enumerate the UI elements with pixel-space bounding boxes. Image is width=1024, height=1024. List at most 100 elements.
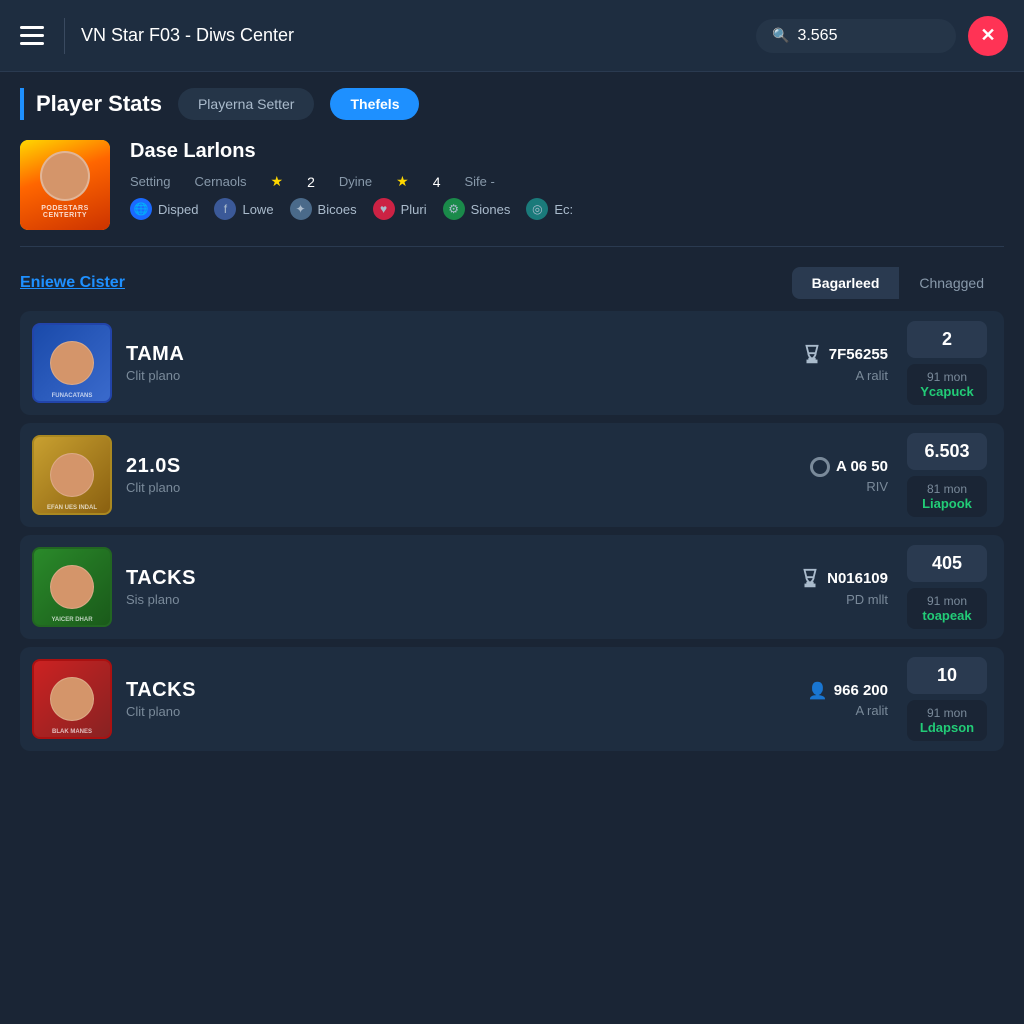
stat5-value: 4 <box>433 174 441 190</box>
browse-title: Eniewe Cister <box>20 274 125 292</box>
card-info-2: 21.0S Clit plano <box>126 455 734 495</box>
tab-chnagged[interactable]: Chnagged <box>899 267 1004 299</box>
header: VN Star F03 - Diws Center 🔍 3.565 ✕ <box>0 0 1024 72</box>
card-right-4: 10 91 mon Ldapson <box>902 657 992 741</box>
tab-playerna-setter[interactable]: Playerna Setter <box>178 88 315 120</box>
card-id-1: 7F56255 <box>829 346 888 363</box>
card-mid-3: N016109 PD mllt <box>748 568 888 607</box>
badge3-label: Bicoes <box>318 202 357 217</box>
card-subtitle-3: Sis plano <box>126 592 734 607</box>
browse-section: Eniewe Cister Bagarleed Chnagged FUNACAT… <box>20 267 1004 751</box>
card-avatar-2: EFAN UES INDAL <box>32 435 112 515</box>
card-detail-line1-1: 91 mon <box>919 370 975 384</box>
card-info-4: TACKS Clit plano <box>126 679 734 719</box>
card-avatar-3: YAICER DHAR <box>32 547 112 627</box>
card-detail-line2-4: Ldapson <box>919 720 975 735</box>
card-subtitle-2: Clit plano <box>126 480 734 495</box>
card-detail-2: 81 mon Liapook <box>907 476 987 517</box>
card-id-2: A 06 50 <box>836 458 888 475</box>
trophy-icon-1 <box>801 344 823 366</box>
table-row[interactable]: YAICER DHAR TACKS Sis plano N016109 PD m… <box>20 535 1004 639</box>
card-info-1: TAMA Clit plano <box>126 343 734 383</box>
card-right-3: 405 91 mon toapeak <box>902 545 992 629</box>
card-detail-line1-3: 91 mon <box>919 594 975 608</box>
player-info: Dase Larlons Setting Cernaols ★ 2 Dyine … <box>130 140 1004 220</box>
badge-heart-icon: ♥ <box>373 198 395 220</box>
card-detail-line2-2: Liapook <box>919 496 975 511</box>
card-sub-1: A ralit <box>855 368 888 383</box>
badge2-label: Lowe <box>242 202 273 217</box>
card-name-2: 21.0S <box>126 455 734 478</box>
table-row[interactable]: FUNACATANS TAMA Clit plano 7F56255 A ral… <box>20 311 1004 415</box>
star1-icon: ★ <box>271 173 284 190</box>
stat4-label: Dyine <box>339 174 372 189</box>
search-icon: 🔍 <box>772 27 789 44</box>
card-icon-row-4: 👤 966 200 <box>808 681 888 701</box>
browse-header: Eniewe Cister Bagarleed Chnagged <box>20 267 1004 299</box>
badge-1: 🌐 Disped <box>130 198 198 220</box>
table-row[interactable]: EFAN UES INDAL 21.0S Clit plano A 06 50 … <box>20 423 1004 527</box>
tab-thefels[interactable]: Thefels <box>330 88 419 120</box>
close-button[interactable]: ✕ <box>968 16 1008 56</box>
card-detail-1: 91 mon Ycapuck <box>907 364 987 405</box>
trophy-icon-3 <box>799 568 821 590</box>
badge-5: ⚙ Siones <box>443 198 511 220</box>
card-name-4: TACKS <box>126 679 734 702</box>
card-subtitle-4: Clit plano <box>126 704 734 719</box>
card-score-4: 10 <box>907 657 987 694</box>
badge-6: ◎ Ec: <box>526 198 573 220</box>
badge-fb-icon: f <box>214 198 236 220</box>
card-sub-4: A ralit <box>855 703 888 718</box>
player-avatar: PODESTARSCENTERITY <box>20 140 110 230</box>
card-sub-2: RIV <box>866 479 888 494</box>
card-detail-line1-4: 91 mon <box>919 706 975 720</box>
person-icon-4: 👤 <box>808 681 828 701</box>
badge-3: ✦ Bicoes <box>290 198 357 220</box>
table-row[interactable]: BLAK MANES TACKS Clit plano 👤 966 200 A … <box>20 647 1004 751</box>
badge-cross-icon: ✦ <box>290 198 312 220</box>
card-mid-4: 👤 966 200 A ralit <box>748 681 888 718</box>
card-right-1: 2 91 mon Ycapuck <box>902 321 992 405</box>
card-info-3: TACKS Sis plano <box>126 567 734 607</box>
card-right-2: 6.503 81 mon Liapook <box>902 433 992 517</box>
badge-green-icon: ⚙ <box>443 198 465 220</box>
star2-icon: ★ <box>396 173 409 190</box>
card-icon-row-2: A 06 50 <box>810 457 888 477</box>
search-value: 3.565 <box>797 27 837 45</box>
stat6-label: Sife - <box>464 174 494 189</box>
card-icon-row-3: N016109 <box>799 568 888 590</box>
card-score-2: 6.503 <box>907 433 987 470</box>
player-profile: PODESTARSCENTERITY Dase Larlons Setting … <box>20 140 1004 247</box>
card-id-3: N016109 <box>827 570 888 587</box>
header-title: VN Star F03 - Diws Center <box>81 25 744 46</box>
badge4-label: Pluri <box>401 202 427 217</box>
menu-button[interactable] <box>16 22 48 49</box>
card-subtitle-1: Clit plano <box>126 368 734 383</box>
card-mid-2: A 06 50 RIV <box>748 457 888 494</box>
badge-2: f Lowe <box>214 198 273 220</box>
card-score-1: 2 <box>907 321 987 358</box>
main-content: Player Stats Playerna Setter Thefels POD… <box>0 72 1024 783</box>
header-divider <box>64 18 65 54</box>
browse-tabs: Bagarleed Chnagged <box>792 267 1004 299</box>
badge-4: ♥ Pluri <box>373 198 427 220</box>
card-sub-3: PD mllt <box>846 592 888 607</box>
tab-bagarleed[interactable]: Bagarleed <box>792 267 900 299</box>
badge1-label: Disped <box>158 202 198 217</box>
card-detail-line2-1: Ycapuck <box>919 384 975 399</box>
card-avatar-4: BLAK MANES <box>32 659 112 739</box>
card-detail-4: 91 mon Ldapson <box>907 700 987 741</box>
card-score-3: 405 <box>907 545 987 582</box>
badge-teal-icon: ◎ <box>526 198 548 220</box>
card-mid-1: 7F56255 A ralit <box>748 344 888 383</box>
ring-icon-2 <box>810 457 830 477</box>
card-detail-line2-3: toapeak <box>919 608 975 623</box>
badge6-label: Ec: <box>554 202 573 217</box>
player-name: Dase Larlons <box>130 140 1004 163</box>
search-bar[interactable]: 🔍 3.565 <box>756 19 956 53</box>
card-icon-row-1: 7F56255 <box>801 344 888 366</box>
section-title: Player Stats <box>36 91 162 117</box>
card-detail-line1-2: 81 mon <box>919 482 975 496</box>
player-stats-row: Setting Cernaols ★ 2 Dyine ★ 4 Sife - <box>130 173 1004 190</box>
section-header: Player Stats Playerna Setter Thefels <box>20 88 1004 120</box>
